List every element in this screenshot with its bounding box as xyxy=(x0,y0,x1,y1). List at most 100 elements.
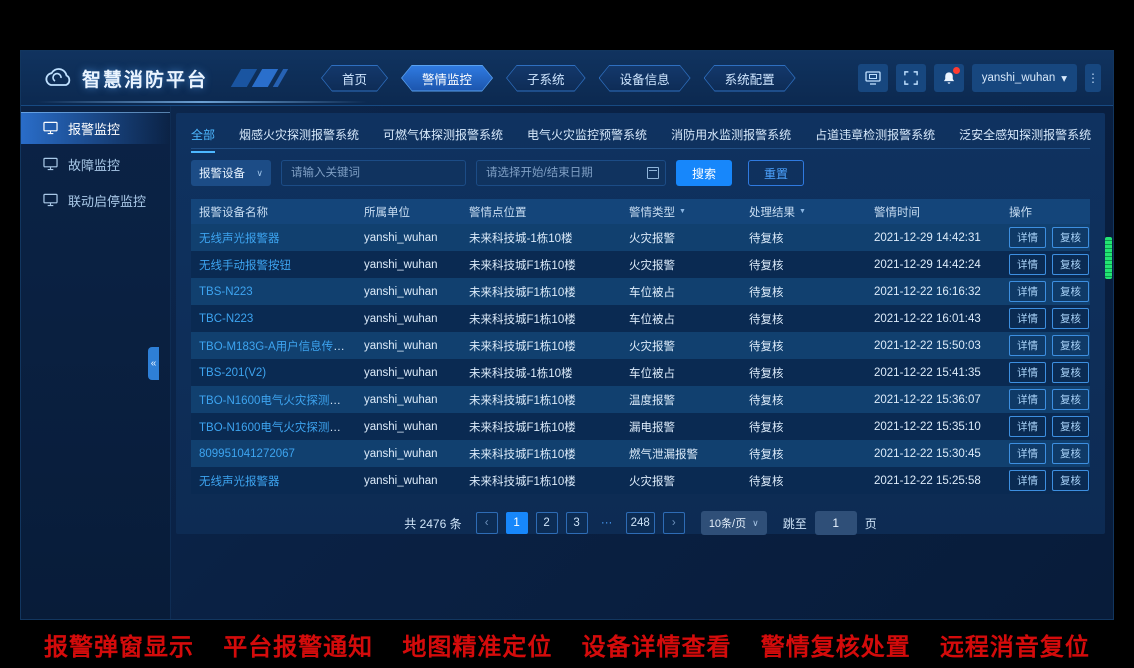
table-row[interactable]: 809951041272067 yanshi_wuhan 未来科技城F1栋10楼… xyxy=(191,440,1090,467)
device-name-link[interactable]: TBS-201(V2) xyxy=(199,367,266,379)
user-menu[interactable]: yanshi_wuhan ▾ xyxy=(972,64,1077,92)
system-tab[interactable]: 泛安全感知探测报警系统 xyxy=(959,126,1091,151)
cell-unit: yanshi_wuhan xyxy=(356,340,461,352)
notifications-button[interactable] xyxy=(934,64,964,92)
keyword-input[interactable] xyxy=(281,160,466,186)
search-button[interactable]: 搜索 xyxy=(676,160,732,186)
page-button[interactable]: 1 xyxy=(506,512,528,534)
review-button[interactable]: 复核 xyxy=(1052,227,1089,248)
cell-unit: yanshi_wuhan xyxy=(356,367,461,379)
device-name-link[interactable]: TBS-N223 xyxy=(199,286,253,298)
cell-result: 待复核 xyxy=(741,392,866,408)
table-row[interactable]: 无线声光报警器 yanshi_wuhan 未来科技城F1栋10楼 火灾报警 待复… xyxy=(191,467,1090,494)
review-button[interactable]: 复核 xyxy=(1052,281,1089,302)
detail-button[interactable]: 详情 xyxy=(1009,470,1046,491)
cloud-logo-icon xyxy=(43,67,73,89)
review-button[interactable]: 复核 xyxy=(1052,416,1089,437)
next-page-button[interactable]: › xyxy=(663,512,685,534)
device-name-link[interactable]: TBO-N1600电气火灾探测器-1 xyxy=(199,422,351,434)
feature-strip: 报警弹窗显示平台报警通知地图精准定位设备详情查看警情复核处置远程消音复位 xyxy=(0,620,1134,668)
system-tab[interactable]: 可燃气体探测报警系统 xyxy=(383,126,503,151)
review-button[interactable]: 复核 xyxy=(1052,470,1089,491)
device-name-link[interactable]: 809951041272067 xyxy=(199,448,295,460)
page-button[interactable]: 248 xyxy=(626,512,655,534)
calendar-icon[interactable] xyxy=(647,167,659,179)
alarm-type-select[interactable]: 报警设备 ∨ xyxy=(191,160,271,186)
device-name-link[interactable]: TBC-N223 xyxy=(199,313,253,325)
review-button[interactable]: 复核 xyxy=(1052,389,1089,410)
app-window: 智慧消防平台 首页 警情监控 子系统 设备信息 系统配置 xyxy=(20,50,1114,620)
detail-button[interactable]: 详情 xyxy=(1009,227,1046,248)
system-tab[interactable]: 占道违章检测报警系统 xyxy=(815,126,935,151)
nav-tab[interactable]: 系统配置 xyxy=(704,65,796,92)
system-tab[interactable]: 烟感火灾探测报警系统 xyxy=(239,126,359,151)
detail-button[interactable]: 详情 xyxy=(1009,254,1046,275)
table-row[interactable]: 无线手动报警按钮 yanshi_wuhan 未来科技城F1栋10楼 火灾报警 待… xyxy=(191,251,1090,278)
sidebar-item-label: 报警监控 xyxy=(68,119,120,138)
cell-time: 2021-12-22 16:01:43 xyxy=(866,313,1001,325)
sidebar-item[interactable]: 联动启停监控 xyxy=(21,184,170,216)
page-size-select[interactable]: 10条/页 ∨ xyxy=(701,511,767,535)
review-button[interactable]: 复核 xyxy=(1052,443,1089,464)
sidebar-item[interactable]: 故障监控 xyxy=(21,148,170,180)
fullscreen-button[interactable] xyxy=(896,64,926,92)
nav-tab[interactable]: 警情监控 xyxy=(401,65,493,92)
detail-button[interactable]: 详情 xyxy=(1009,362,1046,383)
table-row[interactable]: TBO-M183G-A用户信息传输系统(外部化) yanshi_wuhan 未来… xyxy=(191,332,1090,359)
detail-button[interactable]: 详情 xyxy=(1009,335,1046,356)
table-row[interactable]: TBO-N1600电气火灾探测器-1 yanshi_wuhan 未来科技城F1栋… xyxy=(191,386,1090,413)
table-row[interactable]: TBS-201(V2) yanshi_wuhan 未来科技城-1栋10楼 车位被… xyxy=(191,359,1090,386)
review-button[interactable]: 复核 xyxy=(1052,254,1089,275)
filter-funnel-icon[interactable]: ▼ xyxy=(679,208,686,215)
sidebar-item[interactable]: 报警监控 xyxy=(21,112,170,144)
nav-tab[interactable]: 设备信息 xyxy=(599,65,691,92)
sidebar-collapse-handle[interactable]: « xyxy=(148,347,159,380)
system-tab[interactable]: 消防用水监测报警系统 xyxy=(671,126,791,151)
device-name-link[interactable]: TBO-M183G-A用户信息传输系统(外部化) xyxy=(199,341,356,353)
alarm-table: 报警设备名称 所属单位 警情点位置 警情类型 ▼ 处理结果 ▼ xyxy=(191,199,1090,494)
table-row[interactable]: 无线声光报警器 yanshi_wuhan 未来科技城-1栋10楼 火灾报警 待复… xyxy=(191,224,1090,251)
system-tab[interactable]: 全部 xyxy=(191,126,215,153)
more-menu-button[interactable]: ⋮ xyxy=(1085,64,1101,92)
nav-tab[interactable]: 首页 xyxy=(321,65,388,92)
date-range-input[interactable] xyxy=(476,160,666,186)
review-button[interactable]: 复核 xyxy=(1052,362,1089,383)
cell-device-name: TBO-N1600电气火灾探测器-1 xyxy=(191,419,356,435)
detail-button[interactable]: 详情 xyxy=(1009,308,1046,329)
filter-funnel-icon[interactable]: ▼ xyxy=(799,208,806,215)
device-name-link[interactable]: 无线声光报警器 xyxy=(199,233,280,245)
device-name-link[interactable]: 无线声光报警器 xyxy=(199,476,280,488)
device-name-link[interactable]: TBO-N1600电气火灾探测器-1 xyxy=(199,395,351,407)
table-row[interactable]: TBC-N223 yanshi_wuhan 未来科技城F1栋10楼 车位被占 待… xyxy=(191,305,1090,332)
table-row[interactable]: TBS-N223 yanshi_wuhan 未来科技城F1栋10楼 车位被占 待… xyxy=(191,278,1090,305)
detail-button[interactable]: 详情 xyxy=(1009,281,1046,302)
review-button[interactable]: 复核 xyxy=(1052,335,1089,356)
reset-button[interactable]: 重置 xyxy=(748,160,804,186)
app-logo: 智慧消防平台 xyxy=(43,65,208,92)
device-name-link[interactable]: 无线手动报警按钮 xyxy=(199,260,291,272)
table-row[interactable]: TBO-N1600电气火灾探测器-1 yanshi_wuhan 未来科技城F1栋… xyxy=(191,413,1090,440)
nav-tab-label: 首页 xyxy=(342,69,367,88)
cell-actions: 详情 复核 xyxy=(1001,335,1090,356)
page-button[interactable]: 2 xyxy=(536,512,558,534)
screen-icon xyxy=(865,71,881,85)
cell-result: 待复核 xyxy=(741,446,866,462)
review-button[interactable]: 复核 xyxy=(1052,308,1089,329)
feature-label: 远程消音复位 xyxy=(940,627,1090,662)
cell-alarm-type: 漏电报警 xyxy=(621,419,741,435)
cell-time: 2021-12-29 14:42:24 xyxy=(866,259,1001,271)
cell-time: 2021-12-22 15:41:35 xyxy=(866,367,1001,379)
detail-button[interactable]: 详情 xyxy=(1009,416,1046,437)
detail-button[interactable]: 详情 xyxy=(1009,389,1046,410)
scrollbar-thumb[interactable] xyxy=(1105,237,1112,279)
big-screen-button[interactable] xyxy=(858,64,888,92)
page-button[interactable]: 3 xyxy=(566,512,588,534)
page-unit-label: 页 xyxy=(865,515,877,532)
nav-tab[interactable]: 子系统 xyxy=(506,65,586,92)
page-size-value: 10条/页 xyxy=(709,515,746,531)
jump-page-input[interactable] xyxy=(815,511,857,535)
detail-button[interactable]: 详情 xyxy=(1009,443,1046,464)
system-tab[interactable]: 电气火灾监控预警系统 xyxy=(527,126,647,151)
column-label: 警情时间 xyxy=(874,204,920,220)
prev-page-button[interactable]: ‹ xyxy=(476,512,498,534)
